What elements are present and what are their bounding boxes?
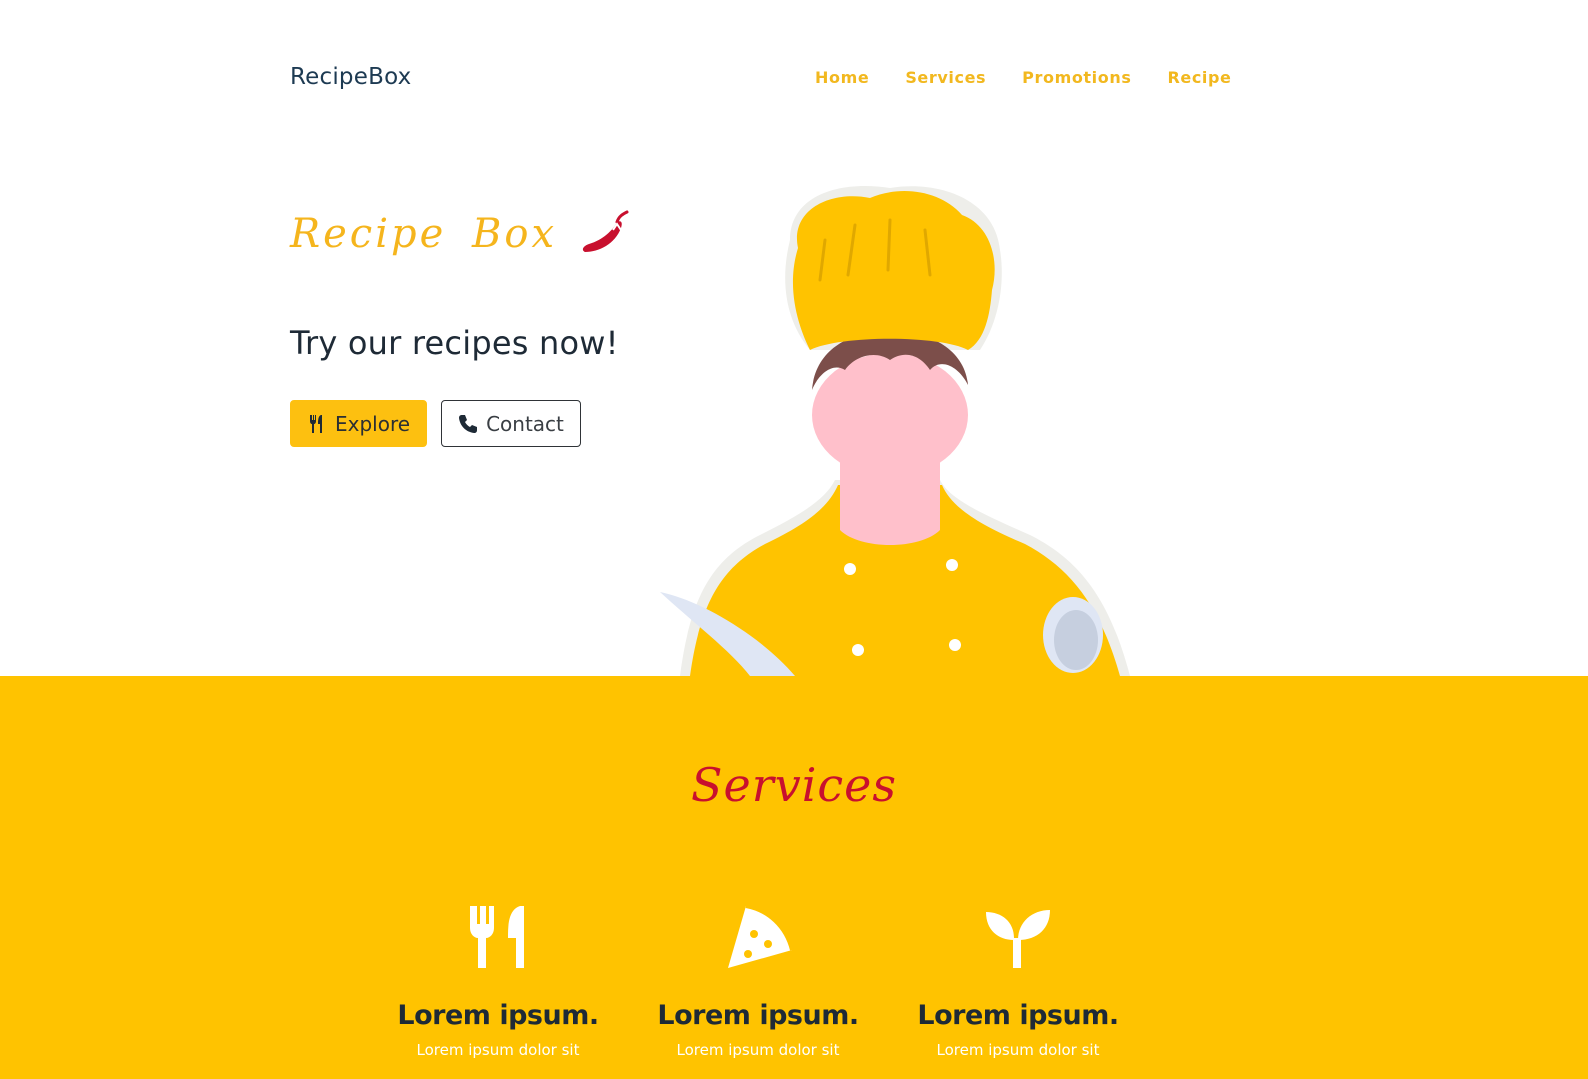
- nav-links: Home Services Promotions Recipe: [815, 68, 1232, 87]
- nav-link-recipe[interactable]: Recipe: [1167, 68, 1231, 87]
- nav-link-home[interactable]: Home: [815, 68, 869, 87]
- service-card: Lorem ipsum. Lorem ipsum dolor sit: [888, 902, 1148, 1059]
- nav-link-services[interactable]: Services: [905, 68, 986, 87]
- service-text: Lorem ipsum dolor sit: [416, 1041, 580, 1059]
- utensils-icon: [310, 414, 322, 433]
- chef-illustration: [660, 185, 1130, 676]
- service-text: Lorem ipsum dolor sit: [936, 1041, 1100, 1059]
- service-text: Lorem ipsum dolor sit: [676, 1041, 840, 1059]
- chili-pepper-icon: [582, 210, 629, 252]
- contact-label: Contact: [486, 411, 564, 436]
- navbar: RecipeBox Home Services Promotions Recip…: [0, 0, 1588, 160]
- service-title: Lorem ipsum.: [397, 1000, 599, 1031]
- phone-icon: [459, 414, 478, 433]
- explore-button[interactable]: Explore: [290, 400, 428, 447]
- pizza-slice-icon: [728, 904, 794, 968]
- hero-tagline: Try our recipes now!: [290, 324, 619, 362]
- services-title: Services: [690, 758, 897, 812]
- hero-title-text: Recipe Box: [290, 211, 558, 257]
- service-title: Lorem ipsum.: [657, 1000, 859, 1031]
- seedling-icon: [986, 910, 1050, 968]
- nav-link-promotions[interactable]: Promotions: [1022, 68, 1131, 87]
- hero-buttons: Explore Contact: [290, 400, 581, 447]
- explore-label: Explore: [335, 411, 411, 436]
- hero-title: Recipe Box: [290, 208, 631, 260]
- services-section: Services Lorem ipsum. Lorem ipsum dolor …: [0, 676, 1588, 1079]
- service-card: Lorem ipsum. Lorem ipsum dolor sit: [368, 902, 628, 1059]
- service-card: Lorem ipsum. Lorem ipsum dolor sit: [628, 902, 888, 1059]
- service-title: Lorem ipsum.: [917, 1000, 1119, 1031]
- contact-button[interactable]: Contact: [441, 400, 581, 447]
- brand-logo[interactable]: RecipeBox: [290, 64, 411, 90]
- utensils-icon: [470, 906, 524, 968]
